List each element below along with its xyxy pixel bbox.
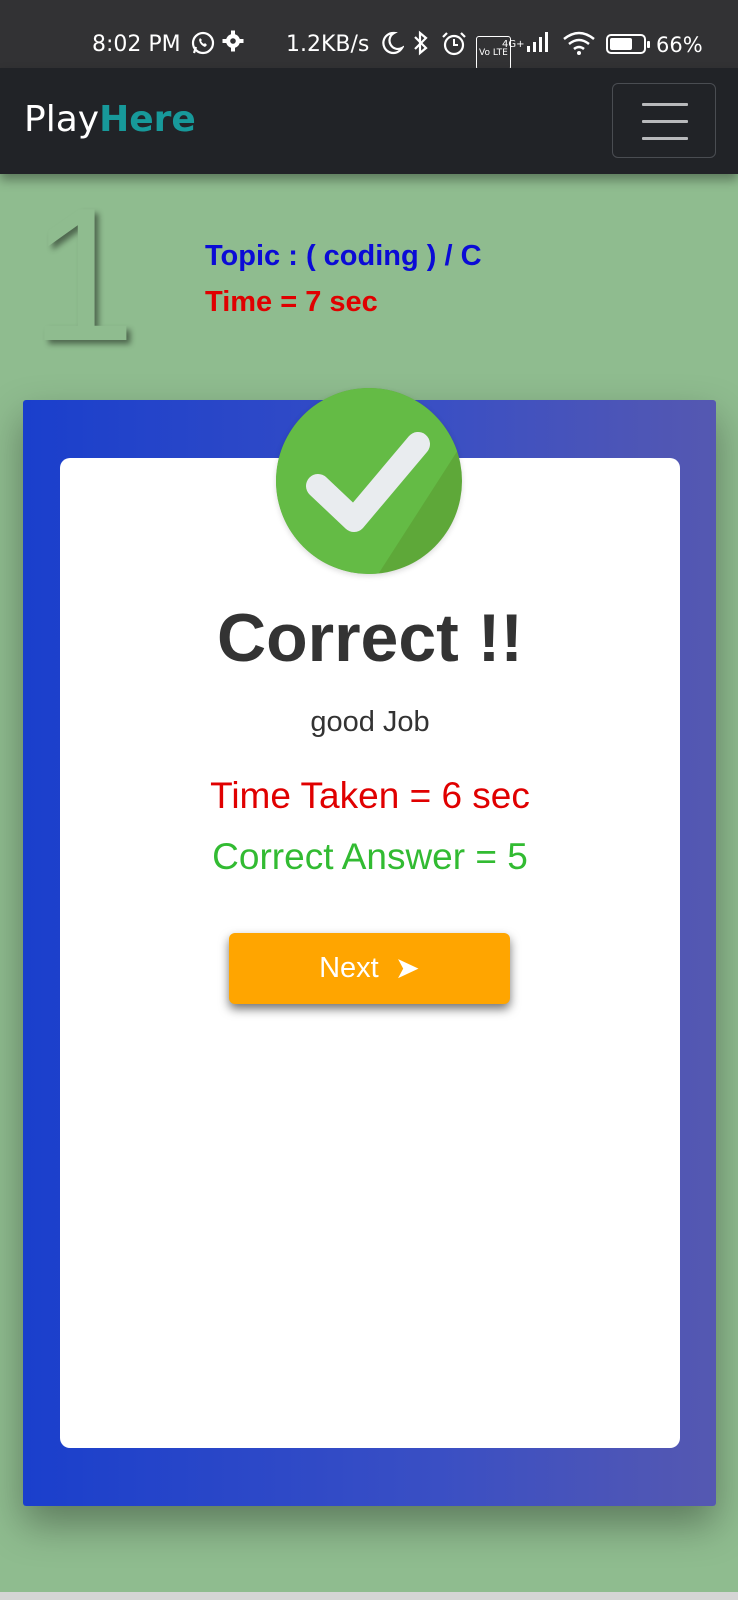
question-time-limit: Time = 7 sec xyxy=(205,286,378,318)
checkmark-icon xyxy=(276,388,462,574)
bottom-edge xyxy=(0,1592,738,1600)
brand-logo[interactable]: PlayHere xyxy=(24,98,196,142)
whatsapp-icon xyxy=(190,30,216,65)
next-button-label: Next xyxy=(319,952,379,984)
status-bar: 8:02 PM 1.2KB/s Vo LTE 4G+ 66% xyxy=(0,0,738,70)
signal-icon xyxy=(526,30,550,63)
brand-part-here: Here xyxy=(99,99,196,140)
question-number: 1 xyxy=(30,169,136,381)
arrow-right-icon: ➤ xyxy=(394,952,420,985)
bluetooth-icon xyxy=(412,30,430,65)
status-network-speed: 1.2KB/s xyxy=(286,32,370,57)
battery-percent: 66% xyxy=(656,33,703,57)
battery-icon xyxy=(606,34,650,54)
moon-icon xyxy=(380,30,405,65)
next-button[interactable]: Next ➤ xyxy=(229,933,510,1004)
time-taken: Time Taken = 6 sec xyxy=(210,775,530,816)
menu-toggle-button[interactable] xyxy=(612,83,716,158)
brand-part-play: Play xyxy=(24,99,100,140)
network-type: 4G+ xyxy=(502,39,525,50)
alarm-icon xyxy=(440,30,468,67)
wifi-icon xyxy=(562,30,596,65)
result-subtitle: good Job xyxy=(310,706,430,738)
navbar: PlayHere xyxy=(0,68,738,174)
status-time: 8:02 PM xyxy=(92,32,181,57)
result-title: Correct !! xyxy=(216,600,524,676)
settings-gear-icon xyxy=(222,30,244,61)
correct-answer: Correct Answer = 5 xyxy=(212,836,528,877)
question-topic: Topic : ( coding ) / C xyxy=(205,240,482,272)
